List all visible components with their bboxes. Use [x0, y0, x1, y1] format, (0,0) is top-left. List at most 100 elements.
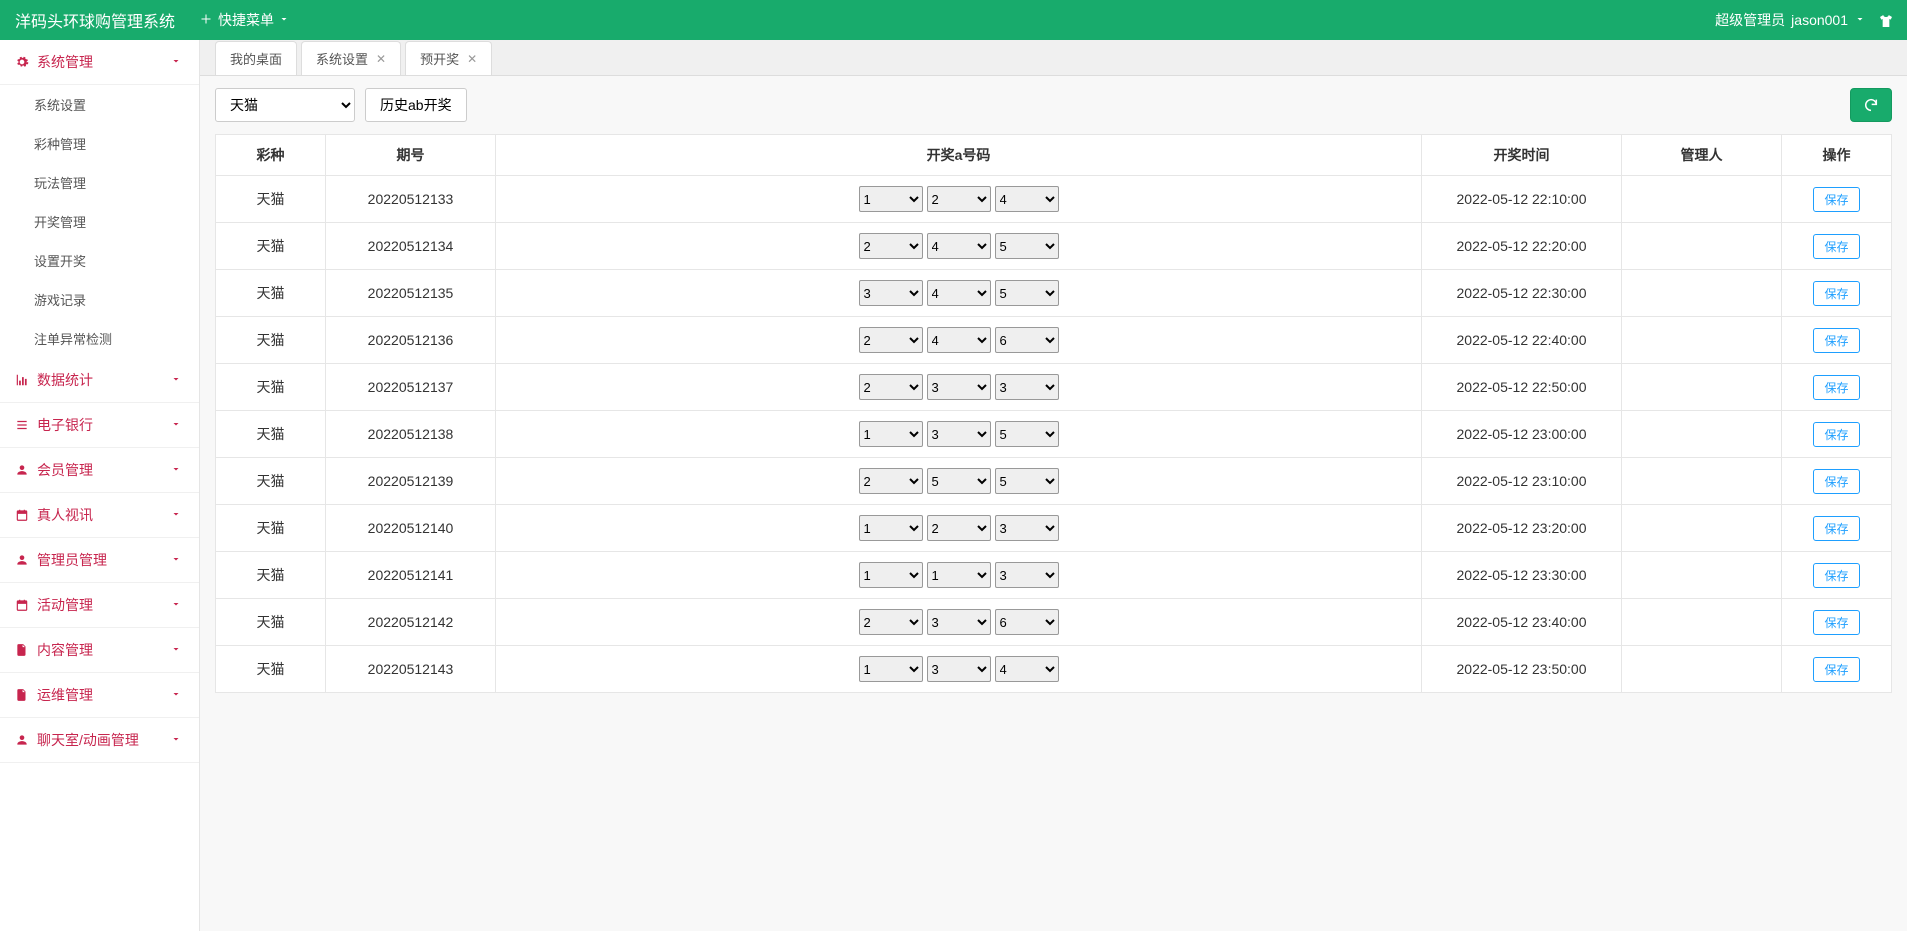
calendar-icon	[15, 508, 29, 522]
num-select-1[interactable]: 123456	[927, 421, 991, 447]
sidebar-category-4[interactable]: 真人视讯	[0, 493, 199, 538]
num-select-2[interactable]: 123456	[995, 656, 1059, 682]
sidebar-category-7[interactable]: 内容管理	[0, 628, 199, 673]
cell-time: 2022-05-12 23:10:00	[1422, 458, 1622, 505]
history-ab-button[interactable]: 历史ab开奖	[365, 88, 467, 122]
sidebar-category-2[interactable]: 电子银行	[0, 403, 199, 448]
refresh-button[interactable]	[1850, 88, 1892, 122]
num-select-2[interactable]: 123456	[995, 515, 1059, 541]
sidebar-category-0[interactable]: 系统管理	[0, 40, 199, 85]
lottery-type-select[interactable]: 天猫	[215, 88, 355, 122]
close-icon[interactable]: ✕	[376, 52, 386, 66]
sidebar-sub-0-3[interactable]: 开奖管理	[0, 202, 199, 241]
sidebar-sub-0-5[interactable]: 游戏记录	[0, 280, 199, 319]
quick-menu-button[interactable]: 快捷菜单	[200, 10, 292, 30]
table-row: 天猫202205121431234561234561234562022-05-1…	[216, 646, 1892, 693]
num-select-2[interactable]: 123456	[995, 233, 1059, 259]
num-select-0[interactable]: 123456	[859, 421, 923, 447]
num-select-0[interactable]: 123456	[859, 374, 923, 400]
num-select-1[interactable]: 123456	[927, 233, 991, 259]
chevron-down-icon	[170, 508, 184, 522]
num-select-0[interactable]: 123456	[859, 468, 923, 494]
cell-time: 2022-05-12 22:30:00	[1422, 270, 1622, 317]
num-select-2[interactable]: 123456	[995, 186, 1059, 212]
cell-period: 20220512134	[326, 223, 496, 270]
num-select-0[interactable]: 123456	[859, 186, 923, 212]
save-button[interactable]: 保存	[1813, 610, 1859, 635]
num-select-1[interactable]: 123456	[927, 280, 991, 306]
chevron-down-icon	[170, 373, 184, 387]
num-select-2[interactable]: 123456	[995, 280, 1059, 306]
num-select-2[interactable]: 123456	[995, 421, 1059, 447]
sidebar-category-3[interactable]: 会员管理	[0, 448, 199, 493]
sidebar-sub-0-1[interactable]: 彩种管理	[0, 124, 199, 163]
cell-lottery: 天猫	[216, 317, 326, 364]
sidebar-category-6[interactable]: 活动管理	[0, 583, 199, 628]
num-select-0[interactable]: 123456	[859, 562, 923, 588]
tab-2[interactable]: 预开奖✕	[405, 41, 492, 75]
chevron-down-icon	[170, 688, 184, 702]
save-button[interactable]: 保存	[1813, 469, 1859, 494]
tab-0[interactable]: 我的桌面	[215, 41, 297, 75]
sidebar-sub-0-0[interactable]: 系统设置	[0, 85, 199, 124]
chevron-down-icon	[170, 418, 184, 432]
num-select-0[interactable]: 123456	[859, 609, 923, 635]
num-select-0[interactable]: 123456	[859, 233, 923, 259]
sidebar-collapse-handle[interactable]	[199, 460, 200, 500]
save-button[interactable]: 保存	[1813, 187, 1859, 212]
save-button[interactable]: 保存	[1813, 422, 1859, 447]
save-button[interactable]: 保存	[1813, 657, 1859, 682]
num-select-1[interactable]: 123456	[927, 468, 991, 494]
sidebar-sub-0-2[interactable]: 玩法管理	[0, 163, 199, 202]
save-button[interactable]: 保存	[1813, 516, 1859, 541]
cell-period: 20220512136	[326, 317, 496, 364]
save-button[interactable]: 保存	[1813, 234, 1859, 259]
sidebar-category-1[interactable]: 数据统计	[0, 358, 199, 403]
list-icon	[15, 418, 29, 432]
sidebar-category-9[interactable]: 聊天室/动画管理	[0, 718, 199, 763]
save-button[interactable]: 保存	[1813, 328, 1859, 353]
user-menu[interactable]: 超级管理员 jason001	[1715, 10, 1868, 30]
save-button[interactable]: 保存	[1813, 281, 1859, 306]
num-select-1[interactable]: 123456	[927, 609, 991, 635]
sidebar-sub-0-4[interactable]: 设置开奖	[0, 241, 199, 280]
num-select-1[interactable]: 123456	[927, 562, 991, 588]
sidebar-sub-0-6[interactable]: 注单异常检测	[0, 319, 199, 358]
num-select-1[interactable]: 123456	[927, 374, 991, 400]
sidebar-category-5[interactable]: 管理员管理	[0, 538, 199, 583]
num-select-0[interactable]: 123456	[859, 515, 923, 541]
user-role: 超级管理员	[1715, 10, 1785, 30]
num-select-2[interactable]: 123456	[995, 327, 1059, 353]
toolbar: 天猫 历史ab开奖	[200, 76, 1907, 134]
num-select-1[interactable]: 123456	[927, 327, 991, 353]
cell-lottery: 天猫	[216, 599, 326, 646]
num-select-1[interactable]: 123456	[927, 515, 991, 541]
chevron-down-icon	[170, 598, 184, 612]
num-select-1[interactable]: 123456	[927, 186, 991, 212]
cell-admin	[1622, 176, 1782, 223]
chart-icon	[15, 373, 29, 387]
cell-time: 2022-05-12 23:40:00	[1422, 599, 1622, 646]
tshirt-icon[interactable]	[1878, 13, 1892, 27]
num-select-0[interactable]: 123456	[859, 280, 923, 306]
num-select-2[interactable]: 123456	[995, 374, 1059, 400]
num-select-2[interactable]: 123456	[995, 609, 1059, 635]
save-button[interactable]: 保存	[1813, 375, 1859, 400]
col-header-3: 开奖时间	[1422, 135, 1622, 176]
tab-1[interactable]: 系统设置✕	[301, 41, 401, 75]
save-button[interactable]: 保存	[1813, 563, 1859, 588]
sidebar-category-label: 聊天室/动画管理	[37, 730, 139, 750]
cell-time: 2022-05-12 22:50:00	[1422, 364, 1622, 411]
num-select-2[interactable]: 123456	[995, 468, 1059, 494]
num-select-2[interactable]: 123456	[995, 562, 1059, 588]
num-select-1[interactable]: 123456	[927, 656, 991, 682]
num-select-0[interactable]: 123456	[859, 327, 923, 353]
cell-lottery: 天猫	[216, 223, 326, 270]
num-select-0[interactable]: 123456	[859, 656, 923, 682]
cell-admin	[1622, 223, 1782, 270]
sidebar-category-8[interactable]: 运维管理	[0, 673, 199, 718]
chevron-down-icon	[170, 643, 184, 657]
sidebar-category-label: 数据统计	[37, 370, 93, 390]
cell-time: 2022-05-12 22:20:00	[1422, 223, 1622, 270]
close-icon[interactable]: ✕	[467, 52, 477, 66]
